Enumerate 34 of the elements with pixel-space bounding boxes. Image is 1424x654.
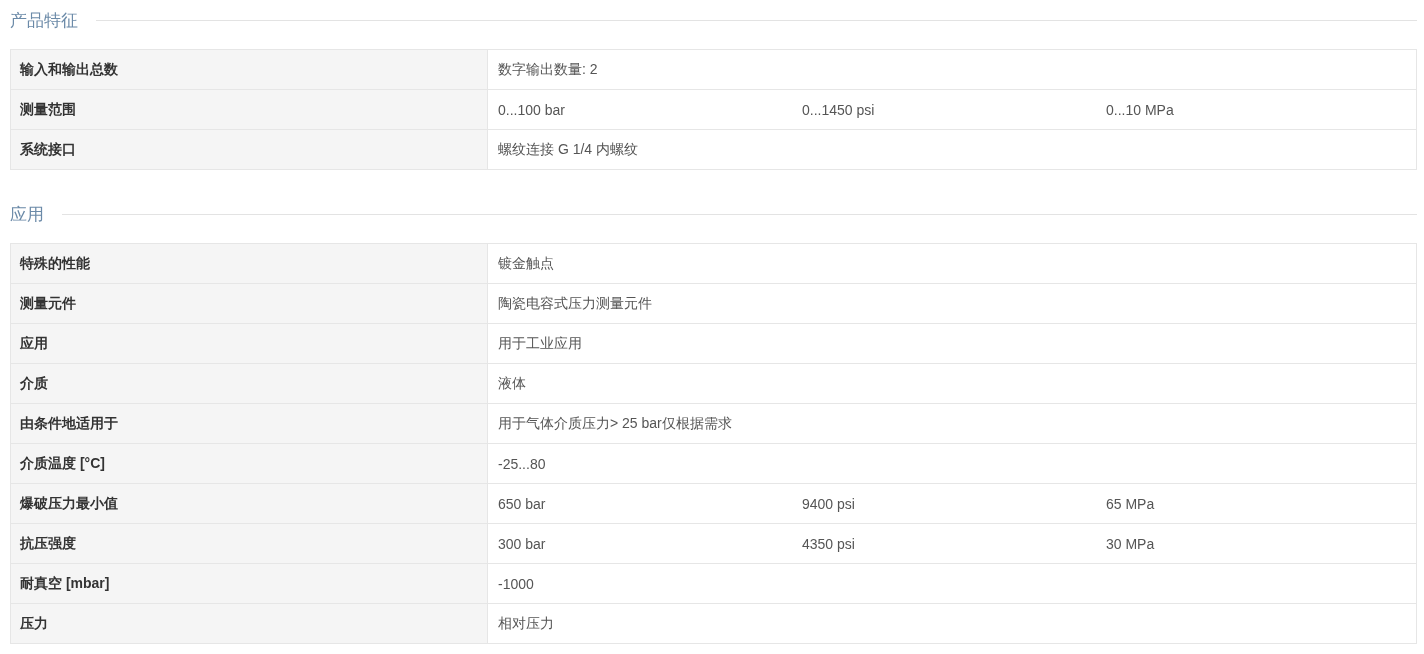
spec-value: 液体 bbox=[498, 374, 526, 393]
section-heading: 产品特征 bbox=[10, 8, 78, 32]
spec-value: 650 bar bbox=[498, 495, 546, 512]
spec-value: 用于工业应用 bbox=[498, 334, 582, 353]
spec-value: 0...1450 psi bbox=[802, 101, 875, 118]
spec-label: 介质温度 [°C] bbox=[11, 444, 488, 483]
spec-label: 由条件地适用于 bbox=[11, 404, 488, 443]
spec-label: 应用 bbox=[11, 324, 488, 363]
spec-label: 爆破压力最小值 bbox=[11, 484, 488, 523]
spec-value: 0...10 MPa bbox=[1106, 101, 1174, 118]
section-heading: 应用 bbox=[10, 202, 44, 226]
spec-label: 抗压强度 bbox=[11, 524, 488, 563]
spec-label: 测量元件 bbox=[11, 284, 488, 323]
spec-value: 螺纹连接 G 1/4 内螺纹 bbox=[498, 140, 639, 159]
spec-value: 0...100 bar bbox=[498, 101, 565, 118]
spec-value: 用于气体介质压力> 25 bar仅根据需求 bbox=[498, 414, 732, 433]
spec-value: 4350 psi bbox=[802, 535, 855, 552]
spec-value: -1000 bbox=[498, 575, 534, 592]
spec-label: 系统接口 bbox=[11, 130, 488, 169]
spec-label: 介质 bbox=[11, 364, 488, 403]
spec-value: 镀金触点 bbox=[498, 254, 554, 273]
spec-label: 耐真空 [mbar] bbox=[11, 564, 488, 603]
spec-label: 压力 bbox=[11, 604, 488, 643]
spec-value: -25...80 bbox=[498, 455, 546, 472]
spec-value: 30 MPa bbox=[1106, 535, 1155, 552]
spec-value: 65 MPa bbox=[1106, 495, 1155, 512]
spec-value: 相对压力 bbox=[498, 614, 554, 633]
spec-value: 9400 psi bbox=[802, 495, 855, 512]
spec-label: 测量范围 bbox=[11, 90, 488, 129]
spec-label: 输入和输出总数 bbox=[11, 50, 488, 89]
spec-label: 特殊的性能 bbox=[11, 244, 488, 283]
spec-value: 陶瓷电容式压力测量元件 bbox=[498, 294, 652, 313]
spec-value: 数字输出数量: 2 bbox=[498, 60, 598, 79]
spec-value: 300 bar bbox=[498, 535, 546, 552]
